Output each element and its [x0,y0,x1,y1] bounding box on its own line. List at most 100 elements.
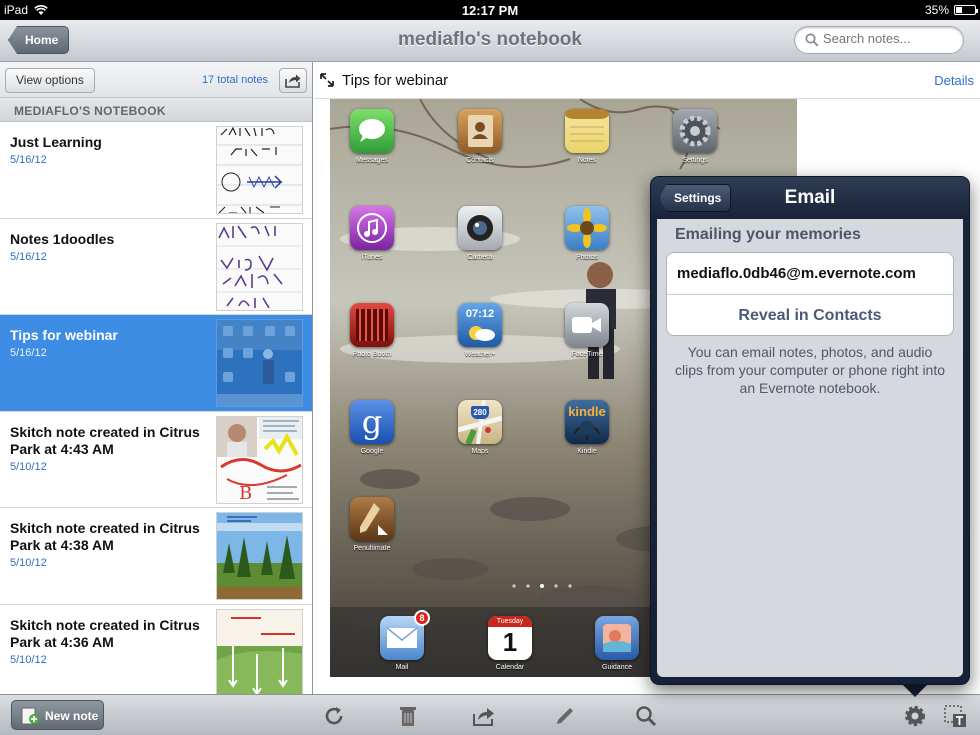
edit-pencil-icon[interactable] [553,704,577,728]
note-title: Skitch note created in Citrus Park at 4:… [10,423,200,457]
dock-app-guidance: Guidance [587,616,647,671]
list-toolbar: View options 17 total notes [0,62,312,98]
note-date: 5/16/12 [10,154,47,166]
details-link[interactable]: Details [934,73,974,88]
weather-icon: 07:12 [458,303,502,347]
app-messages: Messages [342,109,402,164]
popover-content: Emailing your memories mediaflo.0db46@m.… [657,219,963,677]
note-header: Tips for webinar Details [314,62,980,99]
mail-badge: 8 [414,610,430,626]
messages-icon [350,109,394,153]
app-contacts: Contacts [450,109,510,164]
note-list-item[interactable]: Just Learning 5/16/12 [0,122,312,219]
view-options-button[interactable]: View options [5,68,95,93]
search-icon [805,33,819,47]
note-title: Tips for webinar [10,327,118,343]
email-help-text: You can email notes, photos, and audio c… [675,344,946,396]
share-button[interactable] [279,68,307,93]
evernote-email-address[interactable]: mediaflo.0db46@m.evernote.com [667,253,953,295]
note-title: Just Learning [10,134,102,150]
note-title: Notes 1doodles [10,230,115,247]
text-format-icon[interactable] [943,704,967,728]
search-input[interactable] [823,31,953,46]
settings-icon [673,109,717,153]
navigation-bar: Home mediaflo's notebook [0,20,980,62]
note-date: 5/16/12 [10,347,47,359]
note-list-item-selected[interactable]: Tips for webinar 5/16/12 [0,315,312,412]
popover-arrow [901,683,929,697]
maps-icon: 280 [457,399,503,446]
contacts-icon [458,109,502,153]
camera-icon [458,206,502,250]
app-kindle: kindle Kindle [557,400,617,455]
note-list-item[interactable]: Notes 1doodles 5/16/12 [0,218,312,315]
app-notes: Notes [557,109,617,164]
app-camera: Camera [450,206,510,261]
new-note-icon [21,707,39,725]
note-thumbnail: B [216,415,303,504]
popover-title: Email [784,187,836,208]
itunes-icon [350,206,394,250]
note-title: Skitch note created in Citrus Park at 4:… [10,520,200,553]
note-thumbnail [216,222,303,311]
app-facetime: FaceTime [557,303,617,358]
note-list-item[interactable]: Skitch note created in Citrus Park at 4:… [0,508,312,605]
battery-percent: 35% [924,3,949,17]
expand-icon[interactable] [320,73,334,87]
facetime-icon [565,303,609,347]
weather-time: 07:12 [465,308,495,320]
note-thumbnail [216,319,303,407]
maps-shield: 280 [471,406,489,419]
app-photo-booth: Photo Booth [342,303,402,358]
emailing-section-title: Emailing your memories [675,226,861,243]
notebook-section-header: MEDIAFLO'S NOTEBOOK [0,98,312,122]
google-icon: g [350,400,394,444]
dock-app-mail: 8 Mail [372,610,432,671]
app-photos: Photos [557,206,617,261]
note-title-heading: Tips for webinar [342,72,449,89]
kindle-icon: kindle [565,400,609,444]
status-bar: iPad 12:17 PM 35% [0,0,980,20]
note-title: Skitch note created in Citrus Park at 4:… [10,616,200,650]
app-itunes: iTunes [342,206,402,261]
notes-icon [565,109,609,153]
note-list-panel: View options 17 total notes MEDIAFLO'S N… [0,62,313,694]
bottom-toolbar: New note [0,694,980,735]
app-weather: 07:12 Weather+ [450,303,510,358]
battery-icon [954,5,978,15]
note-date: 5/10/12 [10,653,47,666]
find-in-note-icon[interactable] [634,704,658,728]
guidance-icon [595,616,639,660]
mail-icon: 8 [380,610,430,660]
reveal-in-contacts-button[interactable]: Reveal in Contacts [667,295,953,336]
calendar-icon: Tuesday 1 [488,616,532,660]
photos-icon [565,206,609,250]
note-date: 5/16/12 [10,250,47,263]
email-popover: Settings Email Emailing your memories me… [650,176,970,685]
note-thumbnail [216,512,303,600]
note-list-item[interactable]: Skitch note created in Citrus Park at 4:… [0,604,312,694]
trash-icon[interactable] [396,704,420,728]
share-note-icon[interactable] [472,704,496,728]
note-thumbnail [216,608,303,694]
note-date: 5/10/12 [10,557,47,569]
app-penultimate: Penultimate [342,497,402,552]
search-field[interactable] [794,26,964,54]
app-google: g Google [342,400,402,455]
photo-booth-icon [350,303,394,347]
dock-app-calendar: Tuesday 1 Calendar [480,616,540,671]
note-list-item[interactable]: Skitch note created in Citrus Park at 4:… [0,411,312,508]
settings-gear-icon[interactable] [903,704,927,728]
app-maps: 280 Maps [450,399,510,455]
app-settings: Settings [665,109,725,164]
new-note-button[interactable]: New note [11,700,104,730]
new-note-label: New note [45,709,99,723]
clock: 12:17 PM [461,3,519,18]
share-icon [285,74,301,88]
sync-icon[interactable] [322,704,346,728]
note-date: 5/10/12 [10,460,47,473]
email-options-group: mediaflo.0db46@m.evernote.com Reveal in … [666,252,954,336]
note-thumbnail [216,126,303,214]
total-notes-count: 17 total notes [201,74,268,86]
penultimate-icon [350,497,394,541]
